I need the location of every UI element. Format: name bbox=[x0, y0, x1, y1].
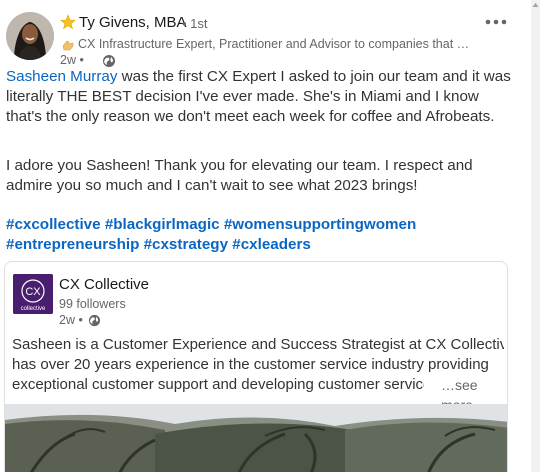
logo-subtext: collective bbox=[21, 306, 46, 312]
more-options-icon[interactable] bbox=[484, 18, 508, 26]
connection-degree: • 1st bbox=[182, 16, 208, 31]
mention-link[interactable]: Sasheen Murray bbox=[6, 68, 117, 85]
shared-post-line-2: has over 20 years experience in the cust… bbox=[12, 356, 489, 373]
hashtag-link[interactable]: #womensupportingwomen bbox=[224, 216, 416, 233]
shared-post-timestamp: 2w • bbox=[59, 313, 83, 327]
shared-post-text: Sasheen is a Customer Experience and Suc… bbox=[12, 335, 504, 415]
shared-post-line-1: Sasheen is a Customer Experience and Suc… bbox=[12, 336, 504, 353]
hashtag-link[interactable]: #blackgirlmagic bbox=[105, 216, 220, 233]
hand-icon bbox=[62, 40, 74, 51]
cx-collective-logo-icon: CX collective bbox=[13, 274, 53, 314]
logo-text: CX bbox=[25, 286, 41, 298]
hashtag-link[interactable]: #cxleaders bbox=[232, 236, 311, 253]
author-headline: CX Infrastructure Expert, Practitioner a… bbox=[78, 37, 478, 51]
author-avatar[interactable] bbox=[6, 12, 54, 60]
org-name[interactable]: CX Collective bbox=[59, 276, 149, 294]
globe-icon bbox=[88, 314, 101, 327]
author-name-text[interactable]: Ty Givens, MBA bbox=[79, 14, 187, 31]
feed-post: Ty Givens, MBA • 1st CX Infrastructure E… bbox=[0, 0, 540, 472]
scrollbar[interactable] bbox=[531, 0, 540, 472]
hashtag-link[interactable]: #cxstrategy bbox=[144, 236, 228, 253]
post-paragraph-1: Sasheen Murray was the first CX Expert I… bbox=[6, 67, 511, 127]
tree-photo bbox=[5, 404, 507, 472]
hashtag-link[interactable]: #entrepreneurship bbox=[6, 236, 139, 253]
hashtag-list: #cxcollective #blackgirlmagic #womensupp… bbox=[6, 215, 511, 255]
post-paragraph-2: I adore you Sasheen! Thank you for eleva… bbox=[6, 157, 473, 194]
author-name[interactable]: Ty Givens, MBA bbox=[79, 14, 187, 32]
star-icon bbox=[60, 14, 76, 30]
scroll-up-arrow-icon[interactable] bbox=[532, 2, 539, 8]
hashtag-link[interactable]: #cxcollective bbox=[6, 216, 101, 233]
shared-post-image[interactable] bbox=[5, 404, 507, 472]
org-logo[interactable]: CX collective bbox=[13, 274, 53, 314]
globe-icon bbox=[103, 55, 115, 67]
shared-post-line-3: exceptional customer support and develop… bbox=[12, 376, 424, 393]
avatar-photo bbox=[6, 12, 54, 60]
shared-post-card[interactable]: CX collective CX Collective 99 followers… bbox=[4, 261, 508, 472]
